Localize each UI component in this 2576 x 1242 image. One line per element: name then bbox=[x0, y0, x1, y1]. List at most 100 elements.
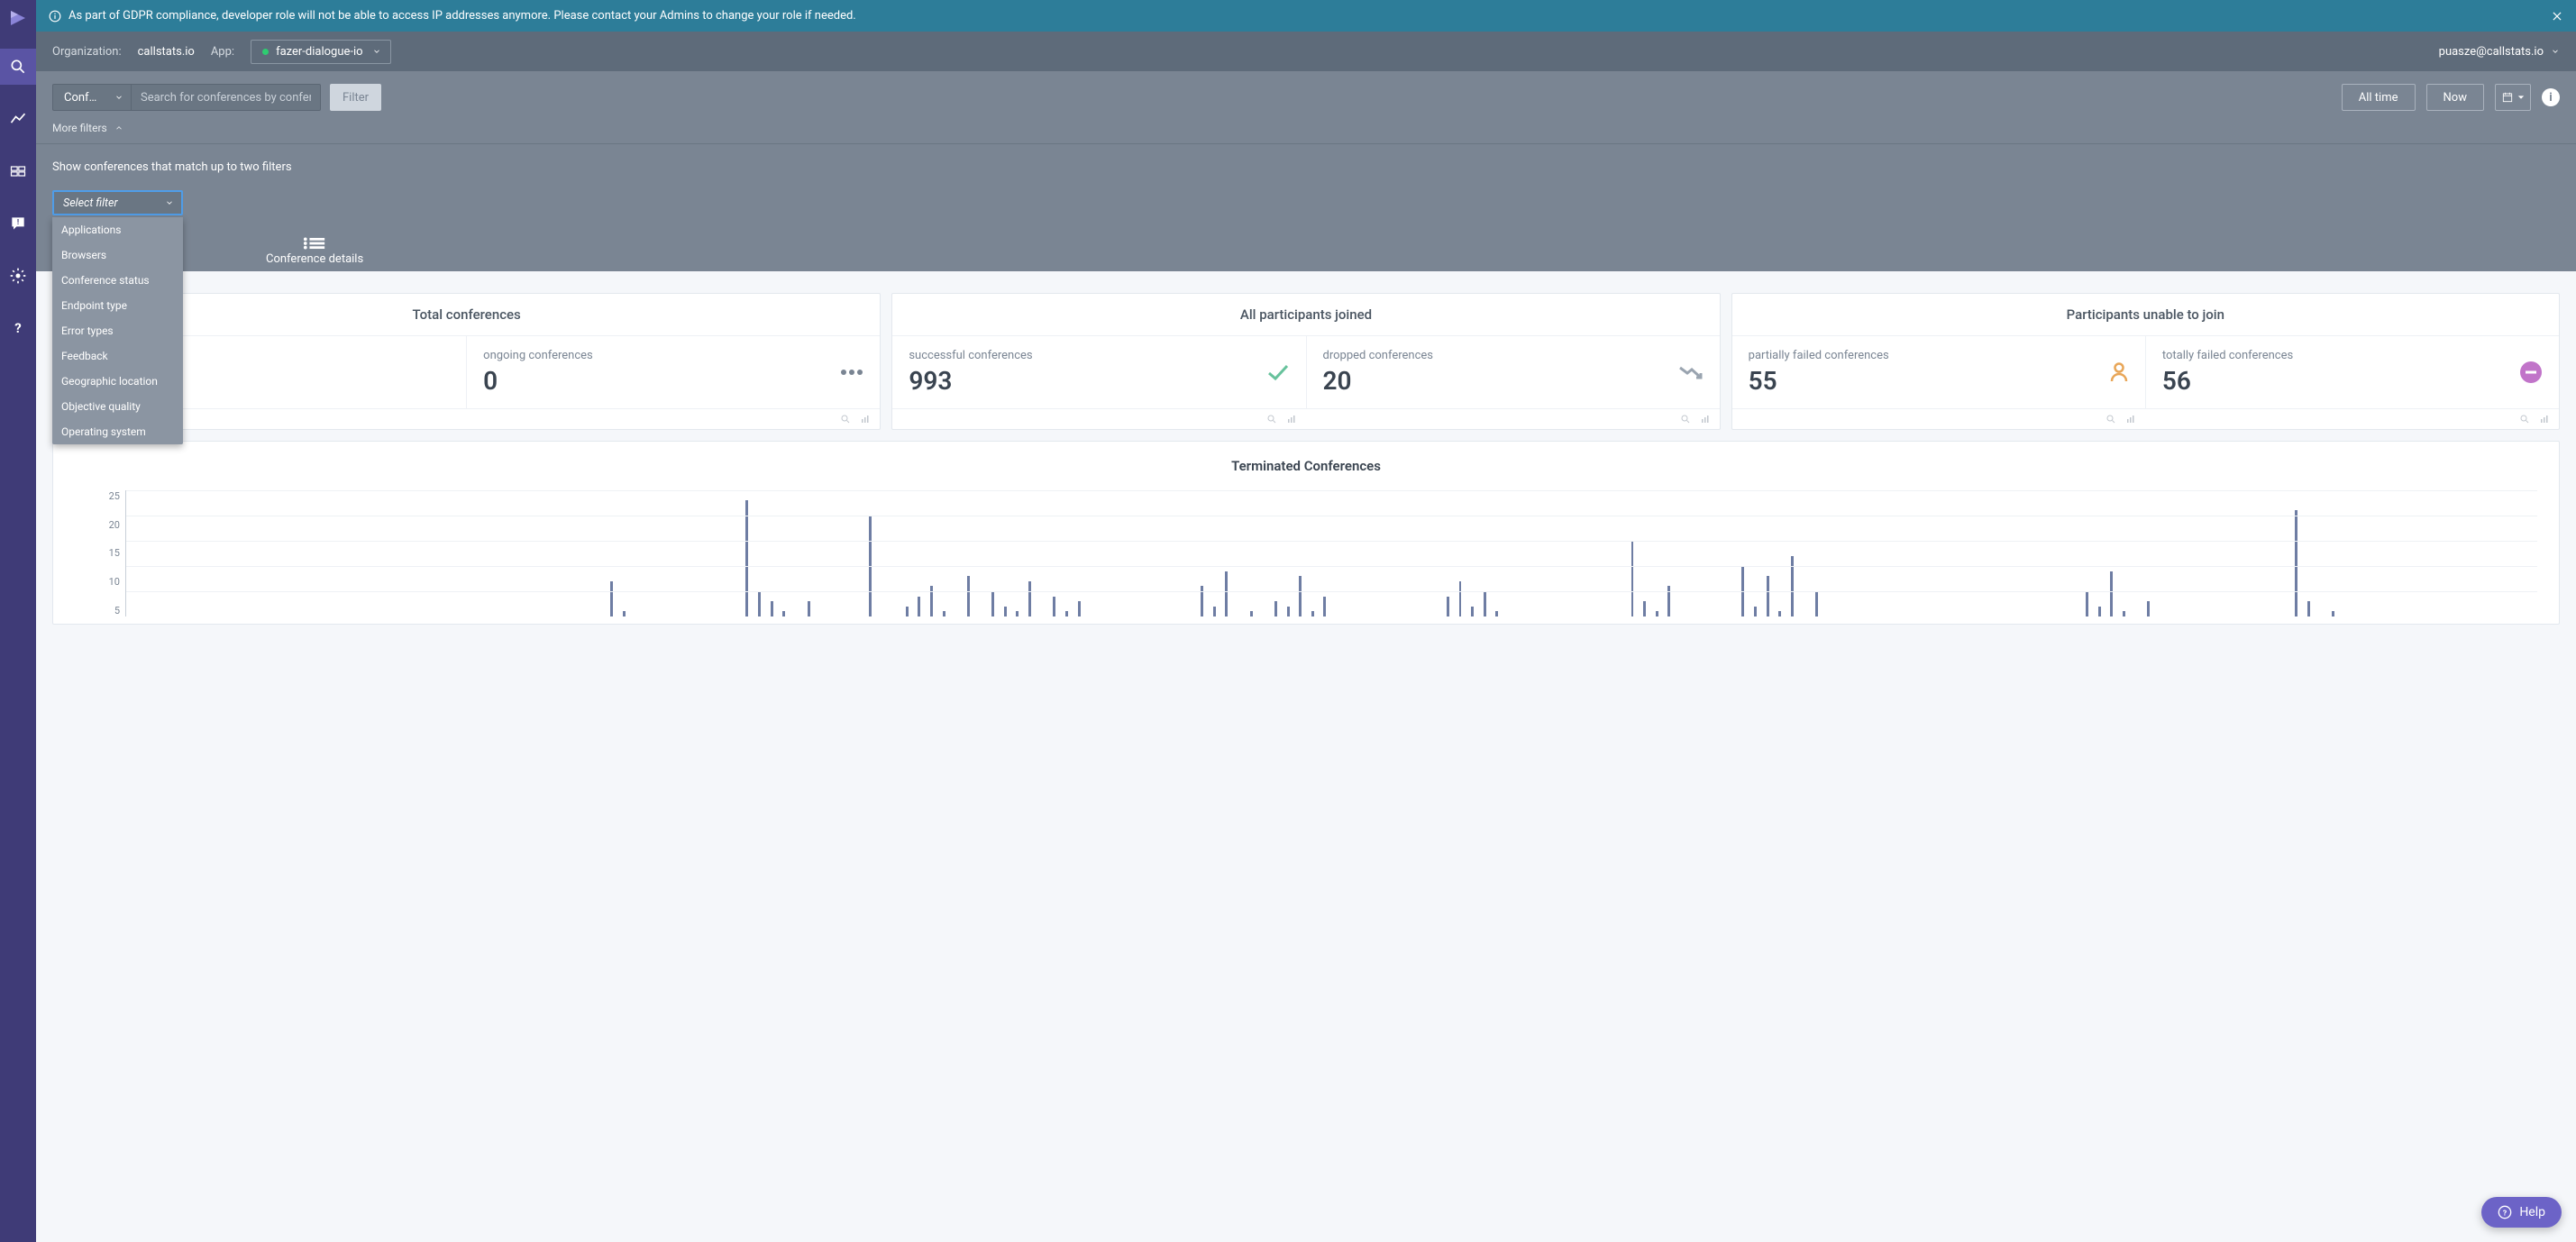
user-menu[interactable]: puasze@callstats.io bbox=[2439, 45, 2560, 59]
filter-option[interactable]: Feedback bbox=[52, 343, 183, 369]
select-filter-menu: ApplicationsBrowsersConference statusEnd… bbox=[52, 217, 183, 444]
nav-help[interactable]: ? bbox=[0, 310, 36, 346]
stat-card: All participants joined successful confer… bbox=[891, 293, 1720, 430]
chart-bar bbox=[2332, 611, 2334, 616]
card-search-icon[interactable] bbox=[1680, 414, 1691, 425]
more-filters-toggle[interactable]: More filters bbox=[52, 122, 2560, 134]
y-axis: 252015105 bbox=[75, 490, 125, 616]
cell-label: partially failed conferences bbox=[1749, 349, 1889, 364]
nav-analytics[interactable] bbox=[0, 101, 36, 137]
filter-button[interactable]: Filter bbox=[330, 84, 381, 111]
detail-tabbar: Conference details bbox=[36, 232, 2576, 271]
range-start[interactable]: All time bbox=[2342, 84, 2416, 111]
chart-bar bbox=[2098, 607, 2101, 616]
info-icon bbox=[49, 10, 61, 23]
chart-bar bbox=[1495, 611, 1498, 616]
status-dot-icon bbox=[262, 49, 269, 55]
chart-bar bbox=[745, 500, 748, 616]
range-end[interactable]: Now bbox=[2426, 84, 2484, 111]
card-search-icon[interactable] bbox=[1266, 414, 1277, 425]
chart-bar bbox=[1004, 607, 1007, 616]
person-outline-icon bbox=[2109, 361, 2129, 383]
dots-icon bbox=[840, 368, 863, 377]
chevron-down-icon bbox=[2551, 47, 2560, 56]
y-tick: 25 bbox=[109, 490, 120, 502]
chart-bar bbox=[1250, 611, 1253, 616]
card-chart-icon[interactable] bbox=[2539, 414, 2550, 425]
chart-bar bbox=[782, 611, 785, 616]
chart-bar bbox=[1053, 597, 1055, 616]
nav-alerts[interactable]: ! bbox=[0, 205, 36, 242]
card-search-icon[interactable] bbox=[840, 414, 851, 425]
chart-bar bbox=[1274, 601, 1277, 616]
filter-option[interactable]: Geographic location bbox=[52, 369, 183, 394]
info-badge[interactable]: i bbox=[2542, 88, 2560, 106]
nav-settings[interactable] bbox=[0, 258, 36, 294]
card-title: All participants joined bbox=[892, 294, 1719, 335]
chart-bar bbox=[2147, 601, 2150, 616]
chevron-down-icon bbox=[372, 47, 381, 56]
chart-bar bbox=[1287, 607, 1290, 616]
chevron-down-icon bbox=[165, 198, 174, 207]
filter-option[interactable]: Operating system bbox=[52, 419, 183, 444]
y-tick: 20 bbox=[109, 519, 120, 531]
chart-bar bbox=[771, 601, 773, 616]
app-logo bbox=[7, 7, 29, 29]
chart-bar bbox=[943, 611, 945, 616]
stat-cards: Total conferencesongoing conferences0All… bbox=[36, 271, 2576, 441]
chart-bar bbox=[1311, 611, 1314, 616]
chart-card: Terminated Conferences 252015105 bbox=[52, 441, 2560, 625]
filter-option[interactable]: Browsers bbox=[52, 242, 183, 268]
chart-bar bbox=[1078, 601, 1081, 616]
select-filter-dropdown[interactable]: Select filter bbox=[52, 190, 183, 215]
chart-bar bbox=[623, 611, 626, 616]
card-chart-icon[interactable] bbox=[1286, 414, 1297, 425]
calendar-button[interactable] bbox=[2495, 84, 2531, 111]
card-chart-icon[interactable] bbox=[1700, 414, 1711, 425]
cell-value: 55 bbox=[1749, 366, 1889, 396]
filter-option[interactable]: Objective quality bbox=[52, 394, 183, 419]
banner-close[interactable] bbox=[2551, 10, 2563, 23]
card-search-icon[interactable] bbox=[2519, 414, 2530, 425]
chart-bar bbox=[1065, 611, 1068, 616]
chart-bar bbox=[1225, 571, 1228, 616]
help-icon: ? bbox=[2498, 1205, 2512, 1219]
app-label: App: bbox=[211, 45, 234, 59]
chevron-up-icon bbox=[114, 123, 123, 132]
cell-value: 56 bbox=[2162, 366, 2293, 396]
chart-bar bbox=[758, 591, 761, 616]
filter-option[interactable]: Endpoint type bbox=[52, 293, 183, 318]
help-fab[interactable]: ? Help bbox=[2481, 1197, 2562, 1228]
card-search-icon[interactable] bbox=[2106, 414, 2116, 425]
card-chart-icon[interactable] bbox=[2125, 414, 2136, 425]
filter-hint: Show conferences that match up to two fi… bbox=[52, 160, 2560, 174]
caret-down-icon bbox=[2517, 94, 2525, 101]
chart-bar bbox=[2110, 571, 2113, 616]
card-title: Participants unable to join bbox=[1732, 294, 2559, 335]
chart-bar bbox=[1484, 591, 1486, 616]
chart-bar bbox=[1016, 611, 1019, 616]
tab-conference-details[interactable]: Conference details bbox=[239, 233, 390, 271]
filter-option[interactable]: Conference status bbox=[52, 268, 183, 293]
nav-dashboard[interactable] bbox=[0, 153, 36, 189]
nav-search[interactable] bbox=[0, 49, 36, 85]
filter-option[interactable]: Error types bbox=[52, 318, 183, 343]
minus-icon bbox=[2519, 361, 2543, 384]
card-chart-icon[interactable] bbox=[860, 414, 871, 425]
search-type-dropdown[interactable]: Conf… bbox=[52, 84, 132, 111]
chart-bar bbox=[1447, 597, 1449, 616]
chart-bar bbox=[991, 591, 994, 616]
filter-option[interactable]: Applications bbox=[52, 217, 183, 242]
cell-label: successful conferences bbox=[909, 349, 1032, 364]
gdpr-banner: As part of GDPR compliance, developer ro… bbox=[36, 0, 2576, 32]
chart-bar bbox=[1767, 576, 1769, 616]
filter-expand-area: Show conferences that match up to two fi… bbox=[36, 144, 2576, 232]
chevron-down-icon bbox=[114, 93, 123, 102]
y-tick: 5 bbox=[114, 605, 120, 616]
chart-bar bbox=[967, 576, 970, 616]
chart-bar bbox=[1459, 581, 1462, 616]
cell-label: dropped conferences bbox=[1323, 349, 1434, 364]
chart-bar bbox=[1791, 556, 1794, 616]
search-input[interactable] bbox=[132, 84, 321, 111]
app-selector[interactable]: fazer-dialogue-io bbox=[251, 40, 391, 64]
